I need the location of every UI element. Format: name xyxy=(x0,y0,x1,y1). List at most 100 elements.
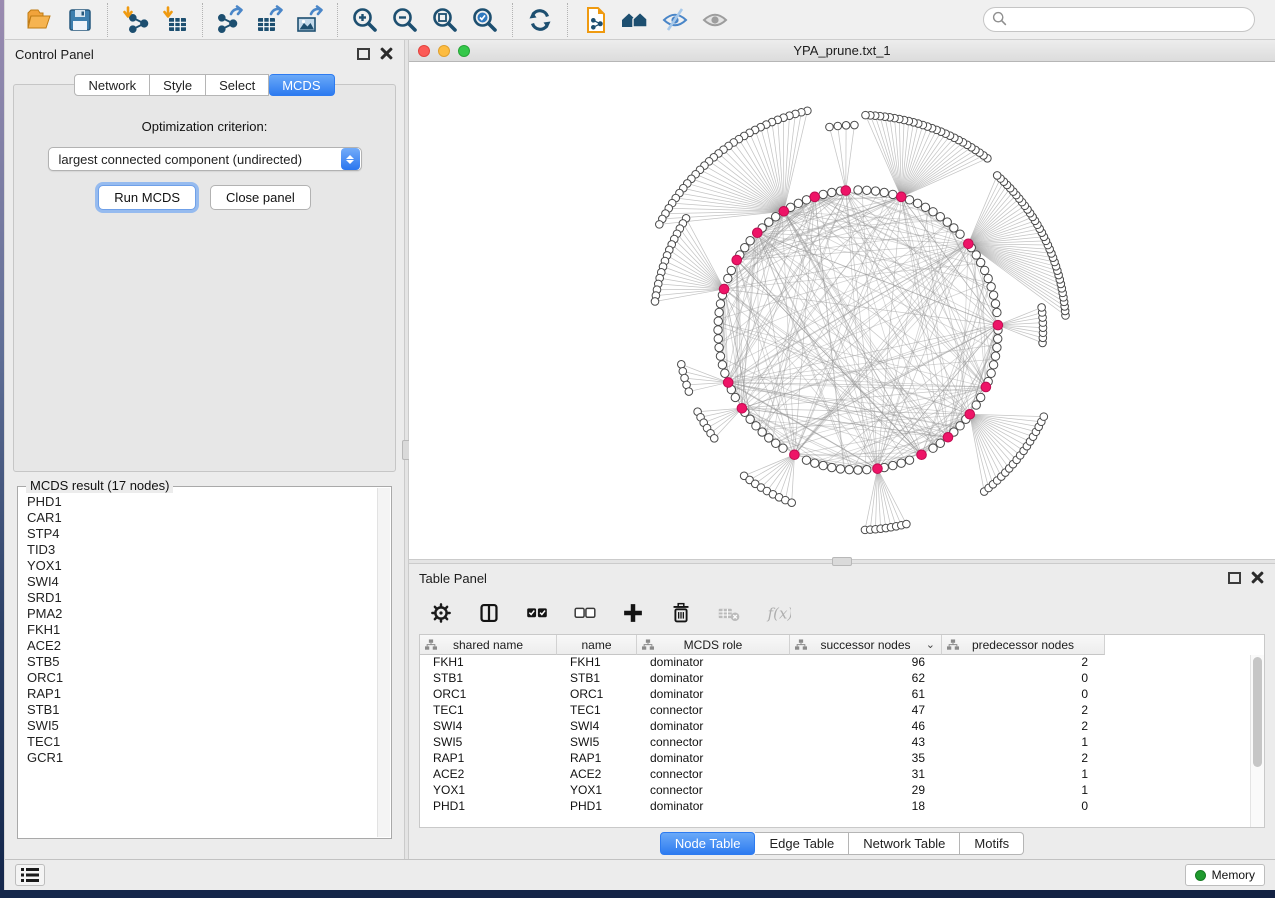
table-row[interactable]: PHD1PHD1dominator180 xyxy=(420,799,1264,815)
tab-node-table[interactable]: Node Table xyxy=(660,832,756,855)
ring-node[interactable] xyxy=(991,352,999,360)
mcds-hub-node[interactable] xyxy=(790,450,800,460)
table-row[interactable]: SWI5SWI5connector431 xyxy=(420,735,1264,751)
zoom-out-button[interactable] xyxy=(389,4,421,36)
table-row[interactable]: ACE2ACE2connector311 xyxy=(420,767,1264,783)
mcds-hub-node[interactable] xyxy=(873,464,883,474)
mcds-result-item[interactable]: GCR1 xyxy=(27,750,377,766)
zoom-in-button[interactable] xyxy=(349,4,381,36)
mcds-result-item[interactable]: RAP1 xyxy=(27,686,377,702)
ring-node[interactable] xyxy=(863,466,871,474)
open-file-button[interactable] xyxy=(24,4,56,36)
ring-node[interactable] xyxy=(984,274,992,282)
ring-node[interactable] xyxy=(880,188,888,196)
export-table-button[interactable] xyxy=(254,4,286,36)
ring-node[interactable] xyxy=(976,393,984,401)
leaf-node[interactable] xyxy=(1038,304,1046,312)
mcds-hub-node[interactable] xyxy=(981,382,991,392)
mcds-hub-node[interactable] xyxy=(993,320,1003,330)
mcds-result-item[interactable]: STP4 xyxy=(27,526,377,542)
ring-node[interactable] xyxy=(714,326,722,334)
leaf-node[interactable] xyxy=(993,172,1001,180)
ring-node[interactable] xyxy=(811,459,819,467)
search-box[interactable] xyxy=(983,7,1255,32)
mcds-result-item[interactable]: SWI5 xyxy=(27,718,377,734)
ring-node[interactable] xyxy=(936,439,944,447)
ring-node[interactable] xyxy=(716,300,724,308)
mcds-hub-node[interactable] xyxy=(723,378,733,388)
window-close-button[interactable] xyxy=(418,45,430,57)
optimization-criterion-select[interactable]: largest connected component (undirected) xyxy=(48,147,362,171)
select-all-button[interactable] xyxy=(523,599,551,627)
close-panel-icon[interactable] xyxy=(1251,571,1265,585)
ring-node[interactable] xyxy=(980,266,988,274)
mcds-hub-node[interactable] xyxy=(810,192,820,202)
leaf-node[interactable] xyxy=(656,221,664,229)
ring-node[interactable] xyxy=(828,463,836,471)
tab-network-table[interactable]: Network Table xyxy=(849,832,960,855)
scrollbar-thumb[interactable] xyxy=(1253,657,1262,767)
ring-node[interactable] xyxy=(929,208,937,216)
mcds-hub-node[interactable] xyxy=(732,255,742,265)
close-panel-button[interactable]: Close panel xyxy=(210,185,311,210)
mcds-result-item[interactable]: YOX1 xyxy=(27,558,377,574)
mcds-hub-node[interactable] xyxy=(719,284,729,294)
mcds-hub-node[interactable] xyxy=(965,409,975,419)
ring-node[interactable] xyxy=(845,466,853,474)
mcds-result-item[interactable]: TEC1 xyxy=(27,734,377,750)
add-column-button[interactable] xyxy=(619,599,647,627)
ring-node[interactable] xyxy=(819,190,827,198)
ring-node[interactable] xyxy=(913,199,921,207)
ring-node[interactable] xyxy=(714,317,722,325)
deselect-all-button[interactable] xyxy=(571,599,599,627)
column-header-shared-name[interactable]: shared name xyxy=(420,635,557,655)
splitter-grip[interactable] xyxy=(832,557,852,566)
ring-node[interactable] xyxy=(987,369,995,377)
leaf-node[interactable] xyxy=(903,520,911,528)
leaf-node[interactable] xyxy=(710,435,718,443)
ring-node[interactable] xyxy=(724,274,732,282)
ring-node[interactable] xyxy=(994,335,1002,343)
hide-selected-button[interactable] xyxy=(659,4,691,36)
table-scrollbar[interactable] xyxy=(1250,655,1264,827)
ring-node[interactable] xyxy=(772,439,780,447)
leaf-node[interactable] xyxy=(651,298,659,306)
ring-node[interactable] xyxy=(936,213,944,221)
ring-node[interactable] xyxy=(987,283,995,291)
ring-node[interactable] xyxy=(854,466,862,474)
float-panel-icon[interactable] xyxy=(357,48,370,60)
horizontal-splitter[interactable] xyxy=(409,559,1275,564)
table-row[interactable]: FKH1FKH1dominator962 xyxy=(420,655,1264,671)
ring-node[interactable] xyxy=(972,251,980,259)
leaf-node[interactable] xyxy=(1040,413,1048,421)
zoom-fit-button[interactable] xyxy=(429,4,461,36)
new-network-from-selection-button[interactable] xyxy=(579,4,611,36)
ring-node[interactable] xyxy=(854,186,862,194)
ring-node[interactable] xyxy=(889,461,897,469)
run-mcds-button[interactable]: Run MCDS xyxy=(98,185,196,210)
task-history-button[interactable] xyxy=(15,864,45,886)
ring-node[interactable] xyxy=(819,461,827,469)
leaf-node[interactable] xyxy=(842,122,850,130)
ring-node[interactable] xyxy=(727,266,735,274)
show-all-button[interactable] xyxy=(699,4,731,36)
mcds-hub-node[interactable] xyxy=(964,239,974,249)
ring-node[interactable] xyxy=(714,335,722,343)
mcds-list-scrollbar[interactable] xyxy=(377,488,390,837)
table-row[interactable]: SWI4SWI4dominator462 xyxy=(420,719,1264,735)
mcds-result-item[interactable]: STB1 xyxy=(27,702,377,718)
mcds-hub-node[interactable] xyxy=(896,192,906,202)
window-minimize-button[interactable] xyxy=(438,45,450,57)
table-row[interactable]: STB1STB1dominator620 xyxy=(420,671,1264,687)
ring-node[interactable] xyxy=(871,187,879,195)
panel-mode-button[interactable] xyxy=(475,599,503,627)
leaf-node[interactable] xyxy=(834,122,842,130)
window-maximize-button[interactable] xyxy=(458,45,470,57)
ring-node[interactable] xyxy=(991,300,999,308)
ring-node[interactable] xyxy=(715,343,723,351)
tab-network[interactable]: Network xyxy=(74,74,150,96)
mcds-hub-node[interactable] xyxy=(779,206,789,216)
network-canvas[interactable] xyxy=(409,62,1275,559)
mcds-hub-node[interactable] xyxy=(917,450,927,460)
mcds-hub-node[interactable] xyxy=(737,403,747,413)
